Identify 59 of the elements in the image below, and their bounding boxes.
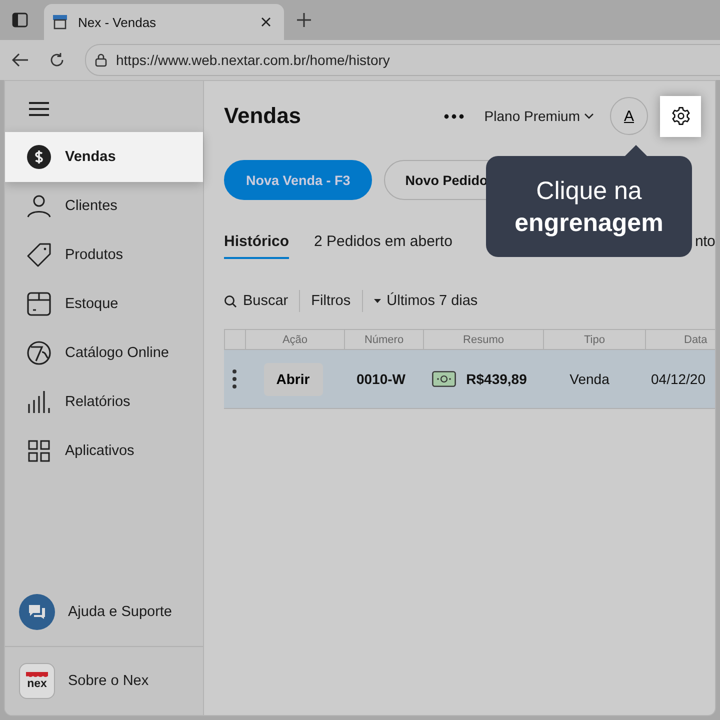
tab-title: Nex - Vendas [78,14,158,30]
close-icon[interactable] [260,16,272,28]
caret-icon [374,299,381,303]
column-header: Número [344,330,423,349]
sidebar-item[interactable]: Catálogo Online [5,328,203,378]
tab[interactable]: Histórico [224,233,290,259]
more-icon[interactable] [444,114,464,118]
search-icon [224,294,237,308]
help-link[interactable]: Ajuda e Suporte [5,578,203,646]
table-row[interactable]: Abrir 0010-W R$439,89 Venda 04/12/20 [224,350,715,409]
menu-icon[interactable] [29,102,49,116]
nex-logo: nex [19,663,55,699]
catalog-icon [27,341,51,365]
search-button[interactable]: Buscar [224,293,288,309]
banknote-icon [432,371,456,387]
table-cell: R$439,89 [466,371,527,387]
column-header: Resumo [423,330,543,349]
back-icon[interactable] [11,52,29,68]
address-bar[interactable]: https://www.web.nextar.com.br/home/history [85,44,720,76]
sidebar-toggle-icon[interactable] [12,12,28,28]
open-button[interactable]: Abrir [264,362,322,396]
settings-button[interactable] [660,96,701,136]
reload-icon[interactable] [49,52,65,68]
page-title: Vendas [224,103,302,129]
lock-icon [94,53,108,67]
box-icon [27,292,51,316]
new-tab-icon[interactable] [296,12,312,28]
avatar-button[interactable]: A [610,97,648,135]
tag-icon [27,243,51,267]
sidebar-item[interactable]: Produtos [5,230,203,280]
column-header: Data [645,330,715,349]
table-cell: 04/12/20 [651,371,706,387]
plan-dropdown[interactable]: Plano Premium [484,108,594,124]
chat-icon [19,594,55,630]
sidebar-item[interactable]: Clientes [5,181,203,231]
column-header: Tipo [543,330,645,349]
table-cell: 0010-W [356,371,406,387]
chevron-down-icon [584,113,594,119]
table-cell: Venda [570,371,610,387]
about-link[interactable]: nex Sobre o Nex [5,646,203,715]
browser-tab[interactable]: Nex - Vendas [44,4,284,40]
filters-button[interactable]: Filtros [311,293,351,309]
bar-chart-icon [27,390,51,414]
tab[interactable]: nto [695,233,715,257]
sidebar-item[interactable]: Estoque [5,279,203,329]
tooltip-text: Clique na [536,176,642,206]
column-header: Ação [245,330,344,349]
sidebar-item[interactable]: Aplicativos [5,426,203,476]
more-icon[interactable] [232,369,236,389]
store-icon [52,14,68,30]
tab[interactable]: 2 Pedidos em aberto [314,233,452,257]
grid-icon [27,440,51,462]
sidebar-item[interactable]: Relatórios [5,377,203,427]
sidebar-item[interactable]: Vendas [5,132,203,182]
settings-icon [670,106,690,126]
tooltip-text: engrenagem [514,208,664,238]
period-dropdown[interactable]: Últimos 7 dias [374,293,478,309]
person-icon [27,194,51,218]
dollar-icon [27,145,51,169]
